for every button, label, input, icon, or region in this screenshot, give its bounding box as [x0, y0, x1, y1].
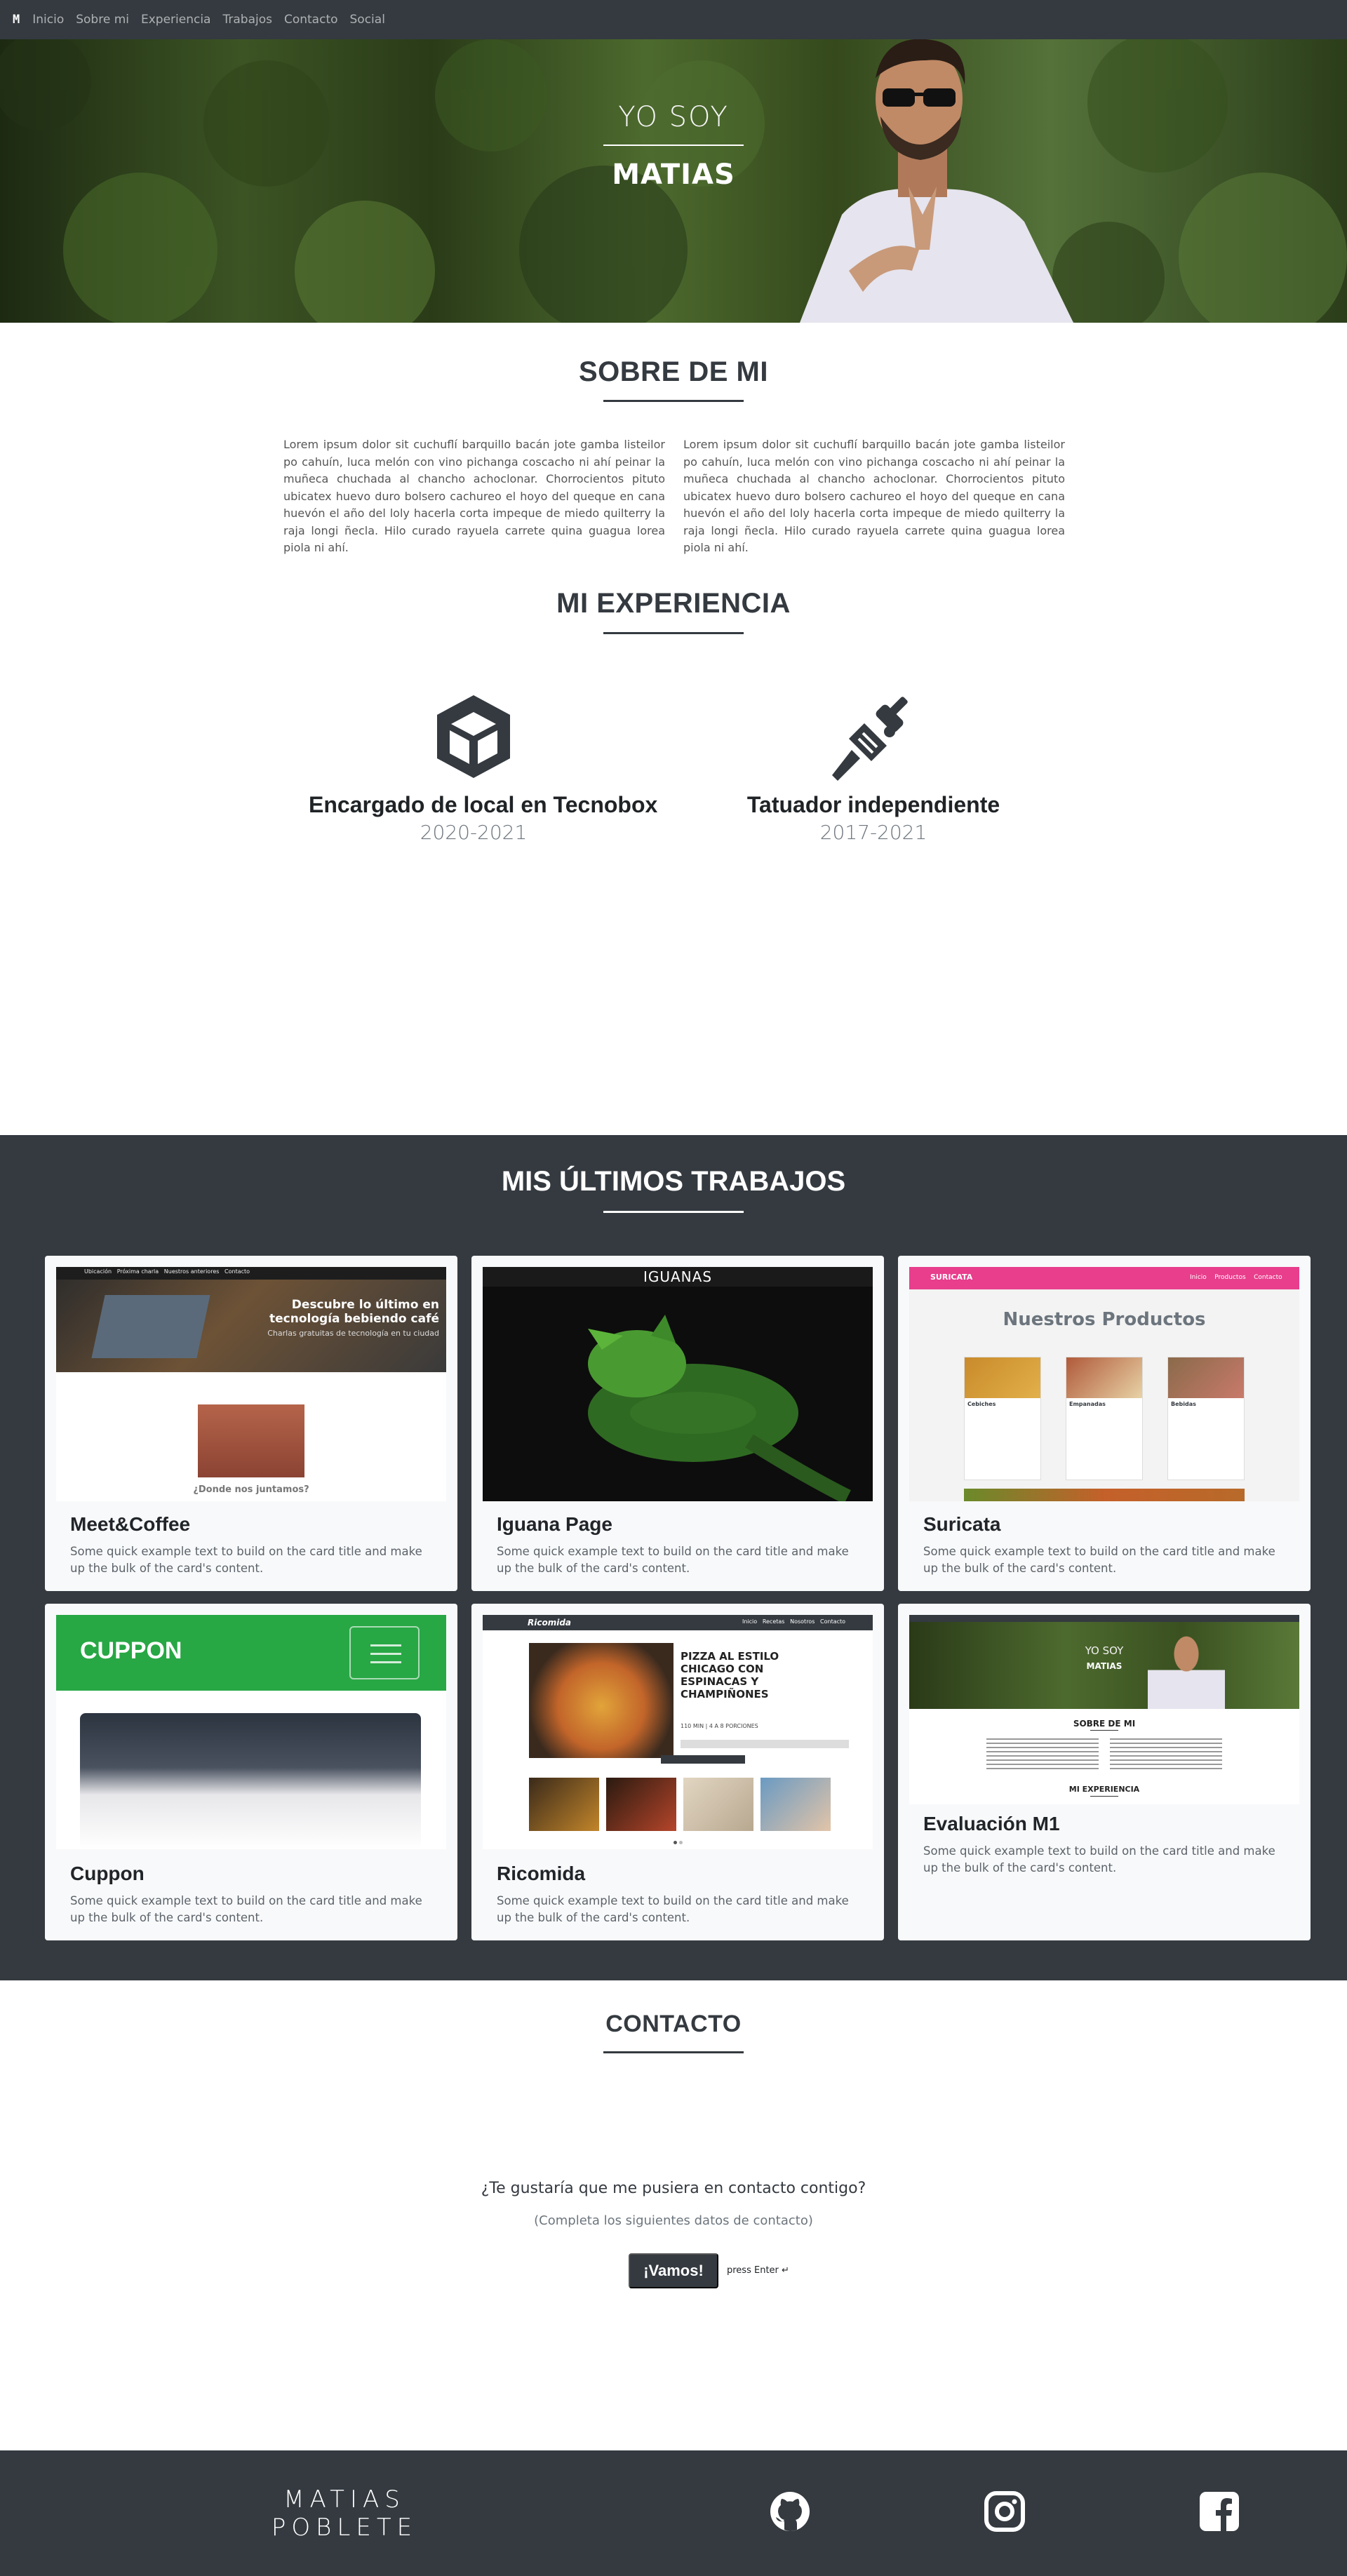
github-icon[interactable]	[769, 2490, 811, 2533]
iguana-illustration	[588, 1315, 851, 1501]
preview-heading: Nuestros Productos	[1003, 1309, 1206, 1330]
footer-name-first: MATIAS	[283, 2486, 406, 2514]
card-title: Iguana Page	[497, 1513, 612, 1535]
footer-name-last: POBLETE	[271, 2514, 418, 2542]
experience-role: Encargado de local en Tecnobox	[309, 792, 658, 817]
experience-title-underline	[603, 632, 744, 634]
preview-pre: YO SOY	[1085, 1644, 1124, 1657]
preview-subline: Charlas gratuitas de tecnología en tu ci…	[267, 1329, 439, 1338]
preview-name: MATIAS	[1086, 1661, 1122, 1671]
preview-caption: ¿Donde nos juntamos?	[193, 1484, 309, 1495]
card-text: Some quick example text to build on the …	[70, 1545, 422, 1575]
preview-nav: Nuestros anteriores	[163, 1268, 220, 1275]
hamburger-icon	[349, 1626, 420, 1679]
brand-logo[interactable]: M	[13, 13, 20, 27]
work-card-cuppon[interactable]: CUPPON Cuppon Some quick example text to…	[45, 1604, 457, 1940]
card-title: Evaluación M1	[923, 1813, 1060, 1834]
contact-title-underline	[603, 2051, 744, 2053]
about-title-underline	[603, 400, 744, 402]
navbar: M Inicio Sobre mi Experiencia Trabajos C…	[0, 0, 1347, 39]
experience-item-tatuador: Tatuador independiente 2017-2021	[709, 691, 1038, 844]
preview-exp: MI EXPERIENCIA	[1068, 1785, 1140, 1794]
preview-nav: Nosotros	[790, 1618, 815, 1625]
hero-banner: YO SOY MATIAS	[0, 39, 1347, 323]
works-section: MIS ÚLTIMOS TRABAJOS Ubicación Próxima c…	[0, 1135, 1347, 1980]
preview-nav: Contacto	[1254, 1274, 1282, 1281]
hero-text: YO SOY MATIAS	[0, 39, 1347, 323]
preview-nav: Recetas	[762, 1618, 785, 1625]
work-card-ricomida[interactable]: Ricomida Inicio Recetas Nosotros Contact…	[471, 1604, 884, 1940]
card-text: Some quick example text to build on the …	[923, 1844, 1275, 1874]
footer: MATIAS POBLETE	[0, 2450, 1347, 2576]
preview-header: IGUANAS	[643, 1268, 713, 1285]
about-text-left: Lorem ipsum dolor sit cuchuflí barquillo…	[283, 438, 665, 554]
experience-role: Tatuador independiente	[746, 792, 1000, 817]
card-title: Meet&Coffee	[70, 1513, 191, 1535]
preview-portions: 110 MIN | 4 A 8 PORCIONES	[681, 1723, 758, 1729]
experience-title: MI EXPERIENCIA	[556, 588, 791, 619]
work-preview-iguana: IGUANAS	[483, 1267, 873, 1501]
start-contact-button[interactable]: ¡Vamos!	[629, 2253, 718, 2288]
contact-subtitle: (Completa los siguientes datos de contac…	[534, 2213, 813, 2228]
preview-item: Bebidas	[1171, 1401, 1196, 1407]
card-title: Ricomida	[497, 1863, 586, 1884]
nav-link-experiencia[interactable]: Experiencia	[141, 13, 211, 27]
experience-item-tecnobox: Encargado de local en Tecnobox 2020-2021	[309, 691, 658, 844]
preview-headline: Descubre lo último en tecnología bebiend…	[269, 1298, 439, 1326]
work-card-evaluacion-m1[interactable]: YO SOY MATIAS SOBRE DE MI MI EXPERIENCIA…	[898, 1604, 1311, 1940]
card-text: Some quick example text to build on the …	[497, 1894, 849, 1924]
preview-headline: PIZZA AL ESTILO CHICAGO CON ESPINACAS Y …	[681, 1650, 779, 1700]
card-text: Some quick example text to build on the …	[497, 1545, 849, 1575]
press-enter-hint: press Enter ↵	[727, 2265, 789, 2276]
works-title-underline	[603, 1211, 744, 1213]
nav-link-sobre-mi[interactable]: Sobre mi	[76, 13, 129, 27]
preview-nav: Contacto	[820, 1618, 846, 1625]
work-preview-meet-coffee: Ubicación Próxima charla Nuestros anteri…	[56, 1267, 446, 1501]
nav-link-trabajos[interactable]: Trabajos	[222, 13, 272, 27]
experience-years: 2020-2021	[420, 821, 528, 844]
works-title: MIS ÚLTIMOS TRABAJOS	[501, 1166, 846, 1197]
preview-about: SOBRE DE MI	[1073, 1719, 1136, 1729]
preview-item: Empanadas	[1069, 1401, 1106, 1407]
tattoo-machine-icon	[832, 697, 908, 781]
about-title: SOBRE DE MI	[579, 356, 768, 387]
card-text: Some quick example text to build on the …	[70, 1894, 422, 1924]
nav-link-contacto[interactable]: Contacto	[284, 13, 338, 27]
preview-item: Cebiches	[967, 1401, 996, 1407]
work-card-iguana[interactable]: IGUANAS Iguana Page Some quick example t…	[471, 1256, 884, 1591]
work-card-meet-coffee[interactable]: Ubicación Próxima charla Nuestros anteri…	[45, 1256, 457, 1591]
hero-portrait	[800, 39, 1073, 323]
preview-brand: Ricomida	[528, 1618, 572, 1628]
card-text: Some quick example text to build on the …	[923, 1545, 1275, 1575]
preview-brand: SURICATA	[930, 1273, 973, 1282]
preview-nav: Ubicación	[84, 1268, 112, 1275]
contact-question: ¿Te gustaría que me pusiera en contacto …	[481, 2180, 866, 2197]
nav-link-inicio[interactable]: Inicio	[32, 13, 64, 27]
hero-divider	[603, 145, 744, 146]
facebook-icon[interactable]	[1198, 2490, 1240, 2533]
preview-nav: Productos	[1214, 1274, 1246, 1281]
work-preview-cuppon: CUPPON	[56, 1615, 446, 1849]
work-preview-suricata: SURICATA Inicio Productos Contacto Nuest…	[909, 1267, 1299, 1501]
experience-years: 2017-2021	[819, 821, 927, 844]
preview-nav: Inicio	[1190, 1274, 1207, 1281]
preview-nav: Próxima charla	[116, 1268, 159, 1275]
footer-name: MATIAS POBLETE	[271, 2486, 418, 2542]
work-card-suricata[interactable]: SURICATA Inicio Productos Contacto Nuest…	[898, 1256, 1311, 1591]
about-text-right: Lorem ipsum dolor sit cuchuflí barquillo…	[683, 438, 1065, 554]
nav-link-social[interactable]: Social	[350, 13, 385, 27]
work-preview-evaluacion: YO SOY MATIAS SOBRE DE MI MI EXPERIENCIA	[909, 1615, 1299, 1804]
box-icon	[437, 695, 510, 778]
instagram-icon[interactable]	[984, 2490, 1026, 2533]
card-title: Cuppon	[70, 1863, 145, 1884]
contact-title: CONTACTO	[605, 2011, 742, 2037]
preview-brand: CUPPON	[80, 1637, 182, 1664]
card-title: Suricata	[923, 1513, 1001, 1535]
preview-nav: Contacto	[224, 1268, 250, 1275]
hero-name: MATIAS	[612, 159, 735, 191]
work-preview-ricomida: Ricomida Inicio Recetas Nosotros Contact…	[483, 1615, 873, 1849]
preview-nav: Inicio	[742, 1618, 758, 1625]
hero-pre-title: YO SOY	[618, 101, 729, 133]
